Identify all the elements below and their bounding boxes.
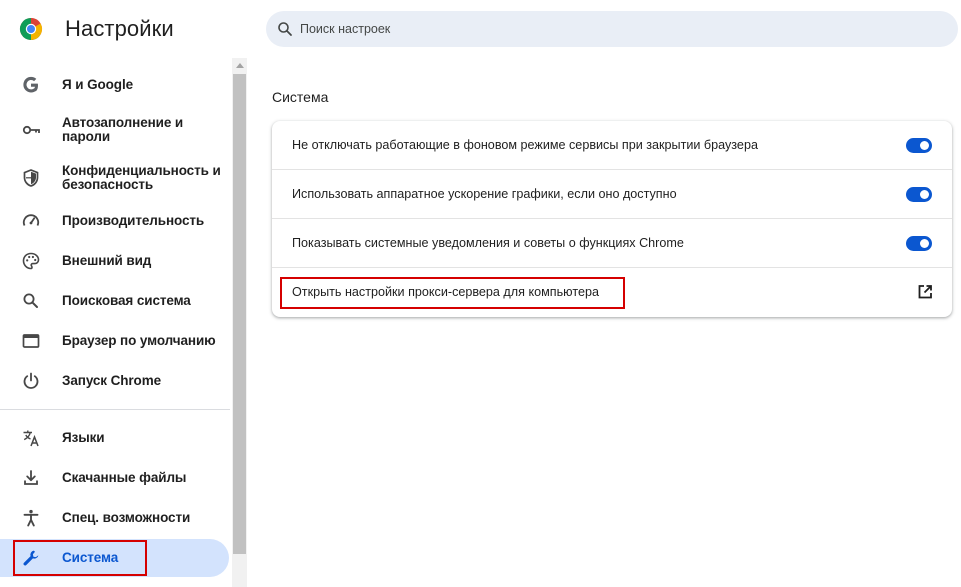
sidebar-item-on-startup[interactable]: Запуск Chrome [0,364,229,398]
sidebar-item-label: Производительность [62,213,205,228]
sidebar-item-default-browser[interactable]: Браузер по умолчанию [0,324,229,358]
sidebar-item-autofill[interactable]: Автозаполнение и пароли [0,110,229,150]
toggle-knob [920,141,929,150]
search-bar[interactable] [266,11,958,47]
app-title: Настройки [65,16,174,41]
scrollbar-thumb[interactable] [233,74,246,554]
setting-row-system-notifications[interactable]: Показывать системные уведомления и совет… [272,219,952,268]
sidebar-item-you-and-google[interactable]: Я и Google [0,68,229,102]
sidebar-item-search-engine[interactable]: Поисковая система [0,284,229,318]
wrench-icon [21,548,41,568]
sidebar-item-label: Поисковая система [62,293,191,308]
sidebar-item-label: Система [62,550,119,565]
toggle-knob [920,190,929,199]
sidebar-nav: Я и Google Автозаполнение и пароли Конфи… [0,58,232,587]
sidebar-item-system[interactable]: Система [0,539,229,577]
sidebar-divider [0,409,230,410]
setting-row-proxy-settings[interactable]: Открыть настройки прокси-сервера для ком… [272,268,952,317]
search-icon [278,22,292,36]
download-icon [21,468,41,488]
sidebar-item-label: Браузер по умолчанию [62,333,216,348]
shield-icon [21,168,41,188]
sidebar-item-label: Я и Google [62,77,134,92]
setting-row-hardware-acceleration[interactable]: Использовать аппаратное ускорение график… [272,170,952,219]
translate-icon [21,428,41,448]
setting-label: Не отключать работающие в фоновом режиме… [292,138,758,152]
sidebar-item-label: Конфиденциальность и безопасность [62,163,221,192]
sidebar-item-label: Спец. возможности [62,510,191,525]
toggle-knob [920,239,929,248]
palette-icon [21,251,41,271]
system-notifications-toggle[interactable] [906,236,932,251]
section-title: Система [272,89,329,105]
system-settings-card: Не отключать работающие в фоновом режиме… [272,121,952,317]
setting-row-background-apps[interactable]: Не отключать работающие в фоновом режиме… [272,121,952,170]
sidebar-item-appearance[interactable]: Внешний вид [0,244,229,278]
chrome-logo-icon [19,18,43,41]
setting-label: Показывать системные уведомления и совет… [292,236,684,250]
sidebar-item-privacy[interactable]: Конфиденциальность и безопасность [0,158,229,198]
sidebar-scrollbar[interactable] [232,58,247,587]
hardware-acceleration-toggle[interactable] [906,187,932,202]
browser-window-icon [21,331,41,351]
header: Настройки [0,0,961,58]
sidebar-item-accessibility[interactable]: Спец. возможности [0,501,229,535]
sidebar-item-label: Запуск Chrome [62,373,162,388]
setting-label: Использовать аппаратное ускорение график… [292,187,677,201]
sidebar-item-label: Внешний вид [62,253,152,268]
sidebar-item-label: Автозаполнение и пароли [62,115,184,144]
search-input[interactable] [300,11,940,47]
google-g-icon [21,75,41,95]
external-link-icon[interactable] [916,283,934,301]
setting-label: Открыть настройки прокси-сервера для ком… [292,285,599,299]
search-icon [21,291,41,311]
accessibility-icon [21,508,41,528]
scroll-up-arrow-icon[interactable] [236,63,244,68]
sidebar-item-languages[interactable]: Языки [0,421,229,455]
sidebar-item-downloads[interactable]: Скачанные файлы [0,461,229,495]
power-icon [21,371,41,391]
background-apps-toggle[interactable] [906,138,932,153]
key-icon [21,120,41,140]
sidebar-item-performance[interactable]: Производительность [0,204,229,238]
sidebar-item-label: Языки [62,430,105,445]
sidebar-item-label: Скачанные файлы [62,470,187,485]
speedometer-icon [21,211,41,231]
